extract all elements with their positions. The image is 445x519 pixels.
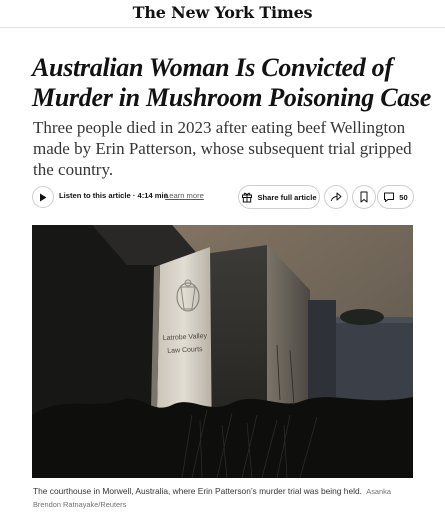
caption-text: The courthouse in Morwell, Australia, wh… (33, 486, 362, 496)
learn-more-link[interactable]: Learn more (165, 191, 204, 200)
listen-play-button[interactable] (32, 186, 54, 208)
masthead: The New York Times (0, 0, 445, 28)
share-full-article-label: Share full article (257, 192, 317, 202)
courthouse-photo: Latrobe Valley Law Courts (32, 225, 413, 478)
comment-bubble-icon (384, 192, 395, 202)
share-arrow-icon (330, 192, 342, 202)
nyt-logo[interactable]: The New York Times (133, 3, 313, 22)
listen-label: Listen to this article · 4:14 min (59, 191, 169, 200)
share-full-article-button[interactable]: Share full article (238, 185, 320, 209)
photo-caption: The courthouse in Morwell, Australia, wh… (33, 485, 413, 511)
share-button[interactable] (324, 185, 348, 209)
save-bookmark-button[interactable] (352, 185, 376, 209)
courthouse-photo-illustration: Latrobe Valley Law Courts (32, 225, 413, 478)
bookmark-icon (360, 191, 368, 203)
article-summary: Three people died in 2023 after eating b… (33, 118, 412, 179)
gift-icon (242, 192, 253, 203)
comments-button[interactable]: 50 (377, 185, 414, 209)
article-toolbar: Listen to this article · 4:14 min Learn … (32, 185, 414, 209)
comment-count: 50 (399, 192, 408, 202)
play-icon (40, 193, 47, 201)
article-headline: Australian Woman Is Convicted of Murder … (32, 53, 432, 112)
